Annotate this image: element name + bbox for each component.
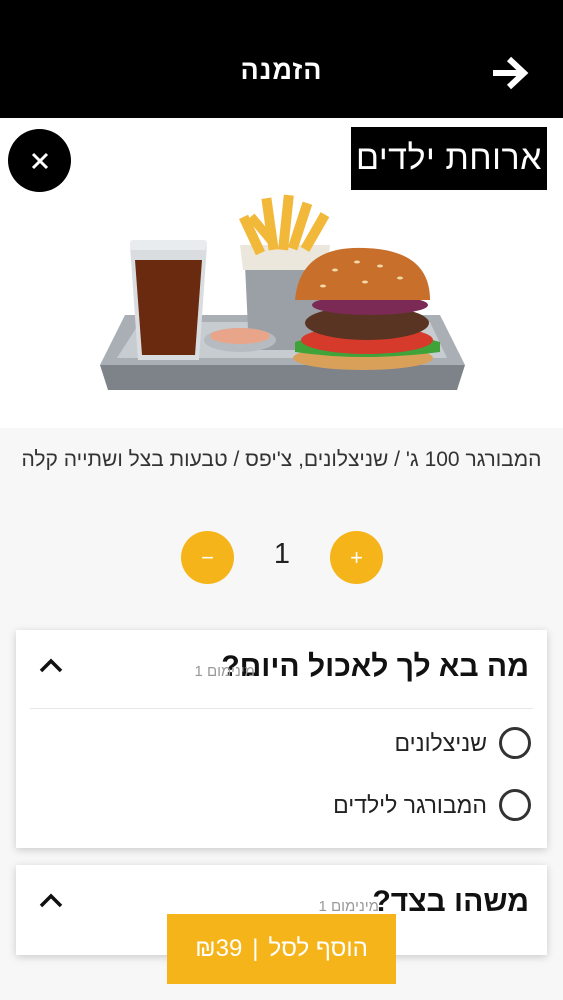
radio-button[interactable] <box>499 727 531 759</box>
arrow-right-icon <box>493 56 529 90</box>
option-label: המבורגר לילדים <box>333 791 487 818</box>
quantity-increase-button[interactable]: + <box>330 531 383 584</box>
quantity-decrease-button[interactable]: − <box>181 531 234 584</box>
cart-price: ₪39 <box>195 935 243 962</box>
product-name: ארוחת ילדים <box>351 127 547 190</box>
option-group-minimum: מינימום 1 <box>318 898 379 915</box>
add-to-cart-button[interactable]: הוסף לסל | ₪39 <box>167 914 396 984</box>
divider <box>30 708 533 709</box>
close-button[interactable] <box>8 129 71 192</box>
option-kids-burger[interactable]: המבורגר לילדים <box>333 788 531 822</box>
option-group-title: מה בא לך לאכול היום? <box>221 650 529 683</box>
product-description: המבורגר 100 ג' / שניצלונים, צ'יפס / טבעו… <box>21 448 542 471</box>
cart-button-label: הוסף לסל <box>268 935 368 962</box>
option-label: שניצלונים <box>394 729 487 756</box>
radio-button[interactable] <box>499 789 531 821</box>
option-group-main: מה בא לך לאכול היום? מינימום 1 שניצלונים… <box>16 630 547 848</box>
close-icon <box>31 152 48 169</box>
option-group-minimum: מינימום 1 <box>194 663 255 680</box>
page-title: הזמנה <box>240 55 323 85</box>
chevron-up-icon[interactable] <box>36 889 66 913</box>
chevron-up-icon[interactable] <box>36 654 66 678</box>
back-button[interactable] <box>487 50 533 96</box>
top-bar: הזמנה <box>0 0 563 118</box>
option-schnitzels[interactable]: שניצלונים <box>395 726 531 760</box>
quantity-value: 1 <box>273 538 291 570</box>
cart-separator: | <box>252 935 259 962</box>
kids-meal-tray-image <box>100 194 465 390</box>
